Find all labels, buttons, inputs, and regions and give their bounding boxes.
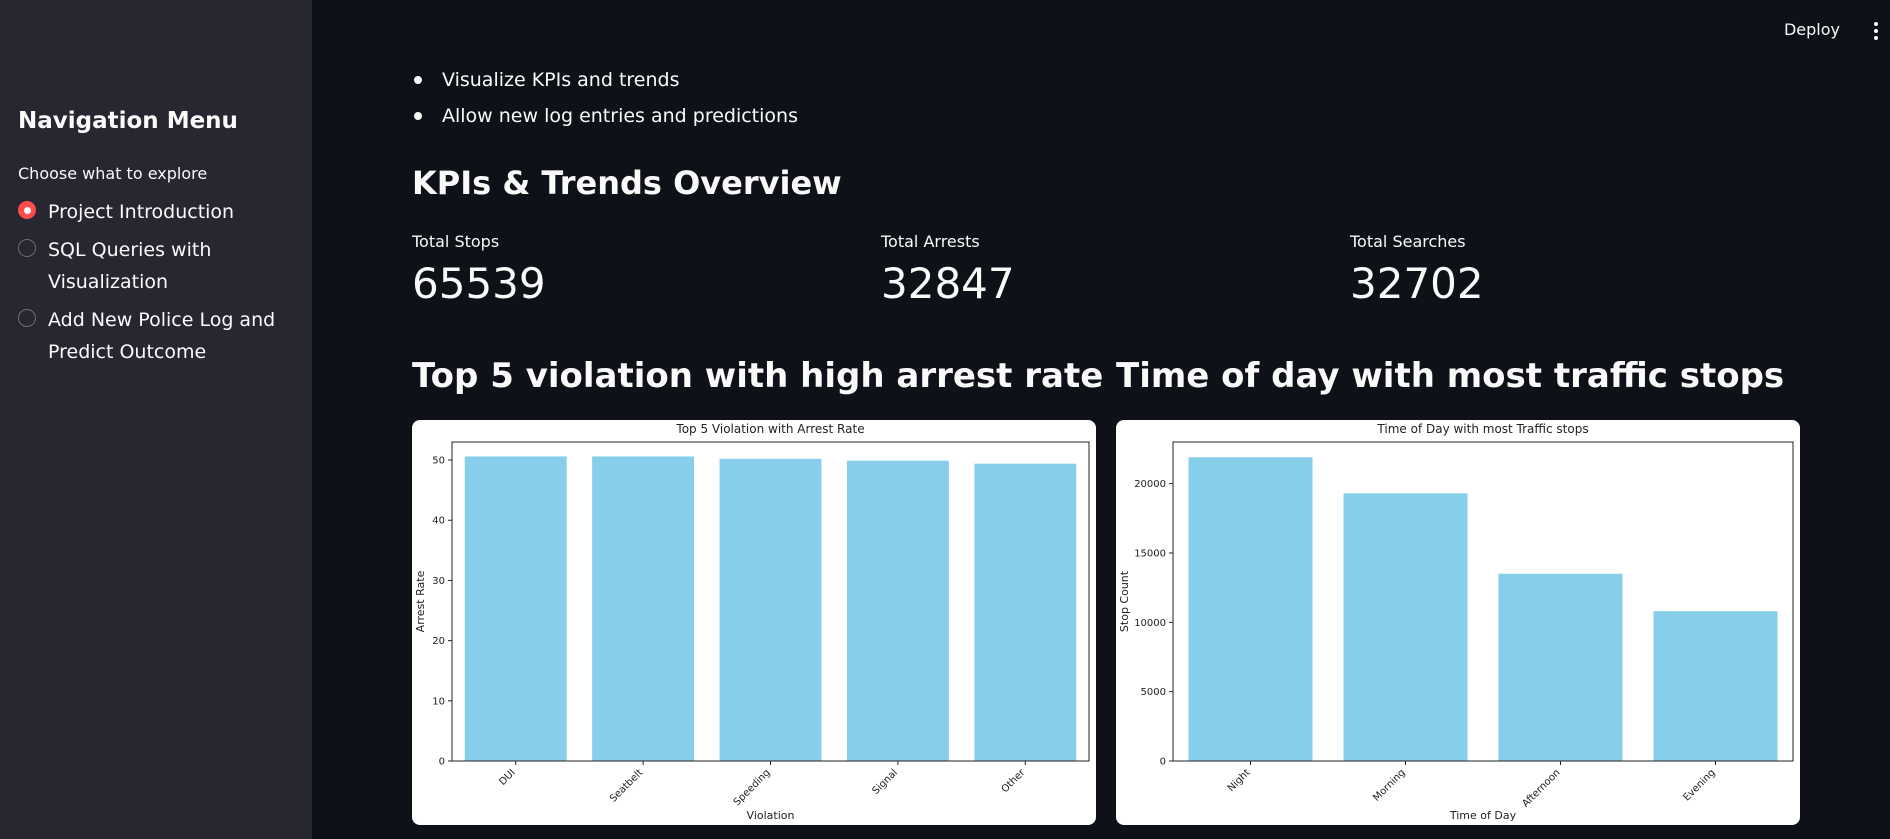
vertical-ellipsis-icon[interactable]: [1872, 21, 1880, 41]
radio-unselected-icon[interactable]: [18, 239, 36, 257]
x-axis-label: Violation: [747, 809, 795, 822]
x-tick-label: Signal: [871, 767, 900, 796]
nav-option-label: SQL Queries with Visualization: [48, 239, 212, 293]
kpi-label: Total Searches: [1350, 232, 1466, 251]
x-tick-label: Evening: [1681, 767, 1717, 803]
nav-option-project-introduction[interactable]: Project Introduction: [18, 196, 298, 228]
kpi-total-searches: Total Searches 32702: [1350, 232, 1484, 308]
nav-option-label: Add New Police Log and Predict Outcome: [48, 309, 276, 363]
bullet-text: Visualize KPIs and trends: [442, 69, 680, 91]
kpi-label: Total Arrests: [881, 232, 980, 251]
time-of-day-chart-card: Time of Day with most Traffic stops Night…: [1116, 420, 1800, 825]
x-tick-label: Night: [1226, 767, 1253, 794]
deploy-button[interactable]: Deploy: [1784, 20, 1840, 39]
bar: [719, 458, 822, 761]
kpi-label: Total Stops: [412, 232, 500, 251]
x-tick-label: Morning: [1371, 767, 1407, 803]
kpi-total-stops: Total Stops 65539: [412, 232, 546, 308]
bar: [1343, 493, 1468, 761]
radio-selected-icon[interactable]: [18, 201, 36, 219]
section-title: KPIs & Trends Overview: [412, 164, 842, 202]
chart-title: Top 5 Violation with Arrest Rate: [675, 422, 864, 436]
list-item: Allow new log entries and predictions: [412, 98, 798, 134]
y-axis-label: Stop Count: [1118, 570, 1131, 632]
sidebar: Navigation Menu Choose what to explore P…: [0, 0, 312, 839]
violation-arrest-rate-chart: Top 5 Violation with Arrest Rate DUI Seatb…: [414, 422, 1090, 822]
kpi-value: 65539: [412, 259, 546, 308]
nav-option-sql-queries[interactable]: SQL Queries with Visualization: [18, 234, 298, 298]
kpi-value: 32847: [881, 259, 1015, 308]
y-tick-label: 10000: [1134, 618, 1166, 629]
radio-unselected-icon[interactable]: [18, 309, 36, 327]
y-tick-label: 10: [432, 696, 445, 707]
nav-option-label: Project Introduction: [48, 201, 235, 223]
nav-title: Navigation Menu: [18, 108, 238, 134]
bar: [1653, 611, 1778, 761]
x-tick-label: Other: [1000, 767, 1028, 795]
chart-heading-time-of-day: Time of day with most traffic stops: [1116, 356, 1785, 396]
y-tick-label: 15000: [1134, 548, 1166, 559]
nav-caption: Choose what to explore: [18, 164, 208, 183]
nav-option-add-police-log[interactable]: Add New Police Log and Predict Outcome: [18, 304, 298, 368]
bullet-icon: [414, 112, 422, 120]
x-tick-label: Seatbelt: [608, 767, 645, 804]
y-tick-label: 0: [439, 757, 445, 768]
x-tick-label: Afternoon: [1520, 767, 1562, 809]
bar: [464, 456, 567, 761]
bar: [592, 456, 695, 761]
chart-title: Time of Day with most Traffic stops: [1376, 422, 1588, 436]
y-tick-label: 5000: [1141, 687, 1166, 698]
x-tick-label: DUI: [497, 767, 517, 787]
kpi-total-arrests: Total Arrests 32847: [881, 232, 1015, 308]
time-of-day-stops-chart: Time of Day with most Traffic stops Night…: [1118, 422, 1794, 822]
y-tick-label: 0: [1160, 757, 1166, 768]
y-axis-label: Arrest Rate: [414, 570, 427, 632]
chart-heading-violations: Top 5 violation with high arrest rate: [412, 356, 1104, 396]
bar: [1498, 573, 1623, 761]
list-item: Visualize KPIs and trends: [412, 62, 798, 98]
x-axis-label: Time of Day: [1449, 809, 1517, 822]
y-tick-label: 30: [432, 576, 445, 587]
y-tick-label: 20000: [1134, 479, 1166, 490]
bar: [1188, 457, 1313, 761]
kpi-value: 32702: [1350, 259, 1484, 308]
x-tick-label: Speeding: [732, 767, 773, 808]
intro-bullet-list: Visualize KPIs and trends Allow new log …: [412, 62, 798, 134]
nav-radio-group: Project Introduction SQL Queries with Vi…: [18, 196, 298, 374]
bullet-icon: [414, 76, 422, 84]
y-tick-label: 40: [432, 516, 445, 527]
y-tick-label: 50: [432, 456, 445, 467]
bullet-text: Allow new log entries and predictions: [442, 105, 798, 127]
bar: [974, 463, 1077, 761]
bar: [846, 460, 949, 761]
violation-chart-card: Top 5 Violation with Arrest Rate DUI Seatb…: [412, 420, 1096, 825]
y-tick-label: 20: [432, 636, 445, 647]
